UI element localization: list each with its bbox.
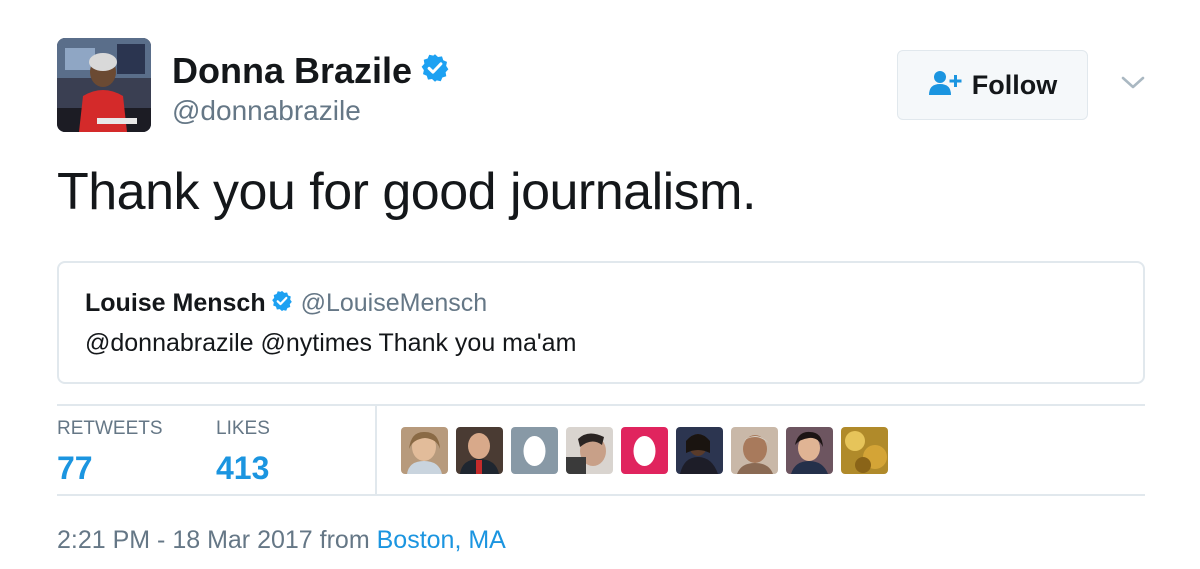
liker-avatar[interactable] — [731, 427, 778, 474]
likes-label: LIKES — [216, 418, 270, 439]
liker-avatar[interactable] — [456, 427, 503, 474]
author-avatar[interactable] — [57, 38, 151, 132]
retweets-stat[interactable]: RETWEETS 77 — [57, 418, 163, 487]
tweet-timestamp[interactable]: 2:21 PM - 18 Mar 2017 — [57, 526, 313, 554]
quoted-tweet-text: @donnabrazile @nytimes Thank you ma'am — [85, 329, 577, 357]
likes-count: 413 — [216, 450, 270, 486]
footer-from-text: from — [319, 526, 370, 554]
tweet-text: Thank you for good journalism. — [57, 163, 756, 221]
quoted-tweet-header: Louise Mensch @LouiseMensch — [85, 289, 487, 318]
stats-vertical-divider — [375, 406, 377, 494]
liker-avatars — [401, 427, 888, 474]
follow-button-label: Follow — [971, 69, 1058, 100]
liker-avatar[interactable] — [786, 427, 833, 474]
quoted-author-name: Louise Mensch — [85, 289, 266, 317]
author-handle[interactable]: @donnabrazile — [172, 95, 361, 127]
tweet-location-link[interactable]: Boston, MA — [377, 526, 506, 554]
retweets-count: 77 — [57, 450, 93, 486]
liker-avatar[interactable] — [621, 427, 668, 474]
chevron-down-icon[interactable] — [1120, 72, 1146, 94]
liker-avatar[interactable] — [511, 427, 558, 474]
liker-avatar[interactable] — [566, 427, 613, 474]
author-name-text[interactable]: Donna Brazile — [172, 50, 412, 92]
verified-badge-icon — [420, 50, 450, 92]
liker-avatar[interactable] — [676, 427, 723, 474]
stats-bottom-divider — [57, 494, 1145, 496]
tweet-footer: 2:21 PM - 18 Mar 2017 from Boston, MA — [57, 526, 506, 555]
quoted-author-handle: @LouiseMensch — [300, 289, 488, 317]
liker-avatar[interactable] — [401, 427, 448, 474]
follow-button[interactable]: Follow — [897, 50, 1088, 120]
retweets-label: RETWEETS — [57, 418, 163, 439]
quoted-tweet-card[interactable]: Louise Mensch @LouiseMensch @donnabrazil… — [57, 261, 1145, 384]
likes-stat[interactable]: LIKES 413 — [216, 418, 270, 487]
quoted-verified-badge-icon — [271, 290, 293, 317]
stats-top-divider — [57, 404, 1145, 406]
liker-avatar[interactable] — [841, 427, 888, 474]
follow-user-icon — [928, 70, 964, 101]
author-name[interactable]: Donna Brazile — [172, 50, 450, 92]
